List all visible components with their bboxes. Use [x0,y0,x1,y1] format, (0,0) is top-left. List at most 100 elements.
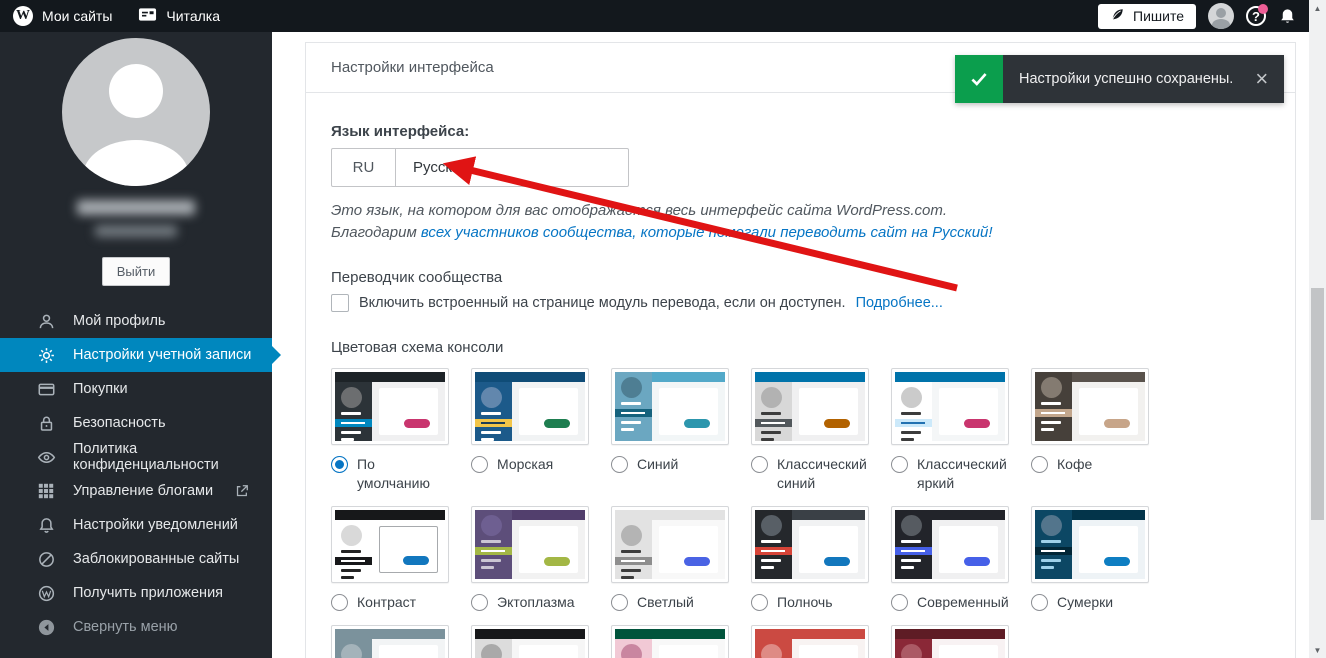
masthead: W Мои сайты Читалка Пишите ? [0,0,1309,32]
scheme-radio[interactable]: Современный [891,593,1009,612]
scheme-thumbnail[interactable] [331,506,449,583]
page-scrollbar[interactable]: ▲ ▼ [1309,0,1326,658]
language-description: Это язык, на котором для вас отображаетс… [331,202,993,241]
sidebar-item[interactable]: Мой профиль [0,304,272,338]
sidebar-item[interactable]: Заблокированные сайты [0,542,272,576]
scheme-thumbnail[interactable] [331,625,449,658]
profile-avatar[interactable] [62,38,210,186]
sidebar-item[interactable]: Политика конфиденциальности [0,440,272,474]
scroll-down-icon[interactable]: ▼ [1309,642,1326,658]
scheme-thumbnail[interactable] [611,368,729,445]
scheme-radio[interactable]: Морская [471,455,589,474]
scheme-thumbnail[interactable] [891,506,1009,583]
radio-icon[interactable] [471,456,488,473]
language-name: Русский [413,159,469,176]
scheme-label: Полночь [777,594,833,610]
language-label: Язык интерфейса: [331,123,470,140]
blurred-username [77,200,195,215]
sidebar-item-label: Заблокированные сайты [73,551,240,567]
help-icon[interactable]: ? [1246,4,1268,26]
gear-icon [36,345,56,365]
scheme-thumbnail[interactable] [1031,368,1149,445]
sidebar-item-label: Мой профиль [73,313,166,329]
scheme-thumbnail[interactable] [751,625,869,658]
translator-checkbox[interactable] [331,294,349,312]
radio-icon[interactable] [751,456,768,473]
scheme-thumbnail[interactable] [471,368,589,445]
radio-icon[interactable] [891,456,908,473]
community-thanks-link[interactable]: всех участников сообщества, которые помо… [421,224,993,241]
reader-menu[interactable]: Читалка [125,0,233,32]
radio-icon[interactable] [1031,594,1048,611]
scheme-thumbnail[interactable] [331,368,449,445]
learn-more-link[interactable]: Подробнее... [856,295,943,311]
radio-icon[interactable] [891,594,908,611]
blocked-icon [36,549,56,569]
wordpress-icon [36,583,56,603]
radio-icon[interactable] [331,594,348,611]
scheme-radio[interactable]: Сумерки [1031,593,1149,612]
scheme-radio[interactable]: Светлый [611,593,729,612]
sidebar-item[interactable]: Покупки [0,372,272,406]
radio-icon[interactable] [751,594,768,611]
scrollbar-thumb[interactable] [1311,288,1324,520]
scheme-radio[interactable]: Кофе [1031,455,1149,474]
scheme-thumbnail[interactable] [751,368,869,445]
scheme-radio[interactable]: Синий [611,455,729,474]
settings-card: Настройки интерфейса Язык интерфейса: RU… [305,42,1296,658]
sidebar: Выйти Мой профиль Настройки учетной запис… [0,32,281,658]
color-scheme-title: Цветовая схема консоли [331,339,504,356]
scheme-radio[interactable]: Полночь [751,593,869,612]
scheme-thumbnail[interactable] [471,625,589,658]
write-button[interactable]: Пишите [1098,3,1196,29]
color-scheme-option: Эктоплазма [471,506,589,612]
sidebar-item[interactable]: Свернуть меню [0,610,272,644]
user-avatar[interactable] [1208,3,1234,29]
color-scheme-option: Кофе [1031,368,1149,493]
radio-icon[interactable] [611,456,628,473]
main-content: Настройки интерфейса Язык интерфейса: RU… [272,32,1309,658]
color-scheme-option: Классический синий [751,368,869,493]
sidebar-item[interactable]: Настройки уведомлений [0,508,272,542]
my-sites-menu[interactable]: W Мои сайты [0,0,125,32]
radio-icon[interactable] [471,594,488,611]
scheme-thumbnail[interactable] [611,625,729,658]
radio-icon[interactable] [611,594,628,611]
scheme-radio[interactable]: По умолчанию [331,455,449,493]
notification-dot [1258,4,1268,14]
scheme-radio[interactable]: Эктоплазма [471,593,589,612]
toast-close-icon[interactable]: × [1255,68,1268,90]
language-code: RU [332,149,396,186]
scheme-label: По умолчанию [357,456,430,491]
eye-icon [36,447,56,467]
scheme-radio[interactable]: Классический яркий [891,455,1009,493]
scheme-thumbnail[interactable] [751,506,869,583]
scheme-thumbnail[interactable] [611,506,729,583]
scheme-label: Сумерки [1057,594,1114,610]
sidebar-item[interactable]: Безопасность [0,406,272,440]
scheme-thumbnail[interactable] [891,368,1009,445]
scheme-thumbnail[interactable] [471,506,589,583]
color-scheme-option [331,625,449,658]
scroll-up-icon[interactable]: ▲ [1309,0,1326,16]
radio-icon[interactable] [331,456,348,473]
my-sites-label: Мои сайты [42,8,113,24]
success-check-icon [955,55,1003,103]
language-select[interactable]: RU Русский [331,148,629,187]
color-scheme-option: Полночь [751,506,869,612]
sidebar-item[interactable]: Управление блогами [0,474,272,508]
color-scheme-option [891,625,1009,658]
bell-icon[interactable] [1278,7,1297,26]
sidebar-item-label: Настройки уведомлений [73,517,238,533]
scheme-thumbnail[interactable] [891,625,1009,658]
scheme-thumbnail[interactable] [1031,506,1149,583]
signout-button[interactable]: Выйти [101,257,171,286]
color-scheme-option: Светлый [611,506,729,612]
sidebar-item-label: Управление блогами [73,483,214,499]
scheme-radio[interactable]: Контраст [331,593,449,612]
sidebar-item[interactable]: Получить приложения [0,576,272,610]
radio-icon[interactable] [1031,456,1048,473]
sidebar-item[interactable]: Настройки учетной записи [0,338,281,372]
scheme-radio[interactable]: Классический синий [751,455,869,493]
color-scheme-option: Морская [471,368,589,493]
